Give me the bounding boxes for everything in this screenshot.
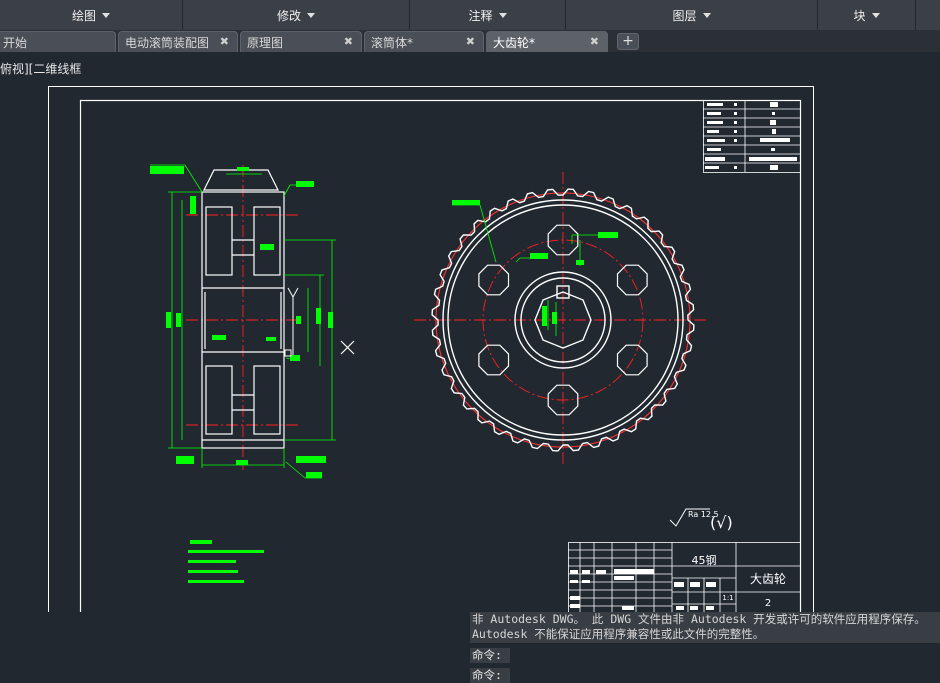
material-text: 45钢 — [692, 554, 717, 567]
part-name-text: 大齿轮 — [750, 572, 786, 586]
gear-side-section-view — [150, 164, 355, 479]
tab-drum-body[interactable]: 滚筒体* ✖ — [364, 31, 484, 52]
annotate-panel-label: 注释 — [468, 8, 493, 23]
chevron-down-icon — [871, 12, 880, 18]
drawing-canvas[interactable]: Ra 12.5 (√) 45钢 大齿轮 2 1:1 — [0, 52, 940, 612]
surface-roughness-symbol: Ra 12.5 (√) — [669, 508, 733, 532]
gear-front-view — [414, 172, 706, 465]
layers-panel-button[interactable]: 图层 — [566, 0, 818, 30]
close-icon[interactable]: ✖ — [220, 35, 229, 48]
draw-panel-button[interactable]: 绘图 — [0, 0, 183, 30]
close-icon[interactable]: ✖ — [344, 35, 353, 48]
file-tab-bar: 开始 电动滚筒装配图 ✖ 原理图 ✖ 滚筒体* ✖ 大齿轮* ✖ — [0, 30, 940, 52]
tab-label: 原理图 — [247, 35, 284, 50]
command-message-line: 非 Autodesk DWG。 此 DWG 文件由非 Autodesk 开发或许… — [472, 612, 926, 626]
chevron-down-icon — [102, 12, 110, 18]
technical-requirements-notes — [188, 540, 264, 583]
front-view-dimension-texts — [452, 200, 618, 326]
close-icon[interactable]: ✖ — [590, 35, 599, 48]
tab-label: 大齿轮* — [493, 35, 536, 50]
tab-motor-drum-assembly[interactable]: 电动滚筒装配图 ✖ — [118, 31, 238, 52]
annotate-panel-button[interactable]: 注释 — [410, 0, 566, 30]
tab-schematic[interactable]: 原理图 ✖ — [240, 31, 362, 52]
ribbon-panel-bar: 绘图 修改 注释 图层 块 — [0, 0, 940, 31]
modify-panel-label: 修改 — [276, 8, 301, 23]
command-input[interactable]: 命令: — [470, 668, 510, 683]
tab-label: 电动滚筒装配图 — [125, 35, 210, 50]
command-message-line: Autodesk 不能保证应用程序兼容性或此文件的完整性。 — [472, 627, 765, 641]
sheet-number-text: 2 — [765, 598, 771, 609]
block-panel-label: 块 — [853, 8, 866, 23]
tab-large-gear[interactable]: 大齿轮* ✖ — [486, 31, 608, 52]
roughness-note: (√) — [710, 513, 733, 532]
sheet-inner-frame — [79, 99, 802, 612]
modify-panel-button[interactable]: 修改 — [183, 0, 410, 30]
gear-parameter-table — [703, 100, 801, 173]
chevron-down-icon — [702, 12, 711, 18]
tab-label: 滚筒体* — [371, 35, 414, 50]
command-history: 非 Autodesk DWG。 此 DWG 文件由非 Autodesk 开发或许… — [470, 612, 940, 643]
block-panel-button[interactable]: 块 — [818, 0, 916, 30]
draw-panel-label: 绘图 — [71, 8, 96, 23]
tab-label: 开始 — [3, 35, 28, 50]
crosshair-cursor-icon — [340, 340, 355, 355]
layers-panel-label: 图层 — [672, 8, 697, 23]
side-view-dimension-texts — [150, 166, 333, 478]
chevron-down-icon — [307, 12, 315, 18]
close-icon[interactable]: ✖ — [466, 35, 475, 48]
lightening-hole — [616, 264, 648, 296]
new-tab-button[interactable]: + — [617, 33, 639, 50]
command-prompt: 命令: — [470, 648, 510, 663]
chevron-down-icon — [498, 12, 507, 18]
scale-text: 1:1 — [722, 594, 733, 602]
tab-start[interactable]: 开始 — [0, 31, 116, 52]
lightening-hole — [478, 264, 510, 296]
